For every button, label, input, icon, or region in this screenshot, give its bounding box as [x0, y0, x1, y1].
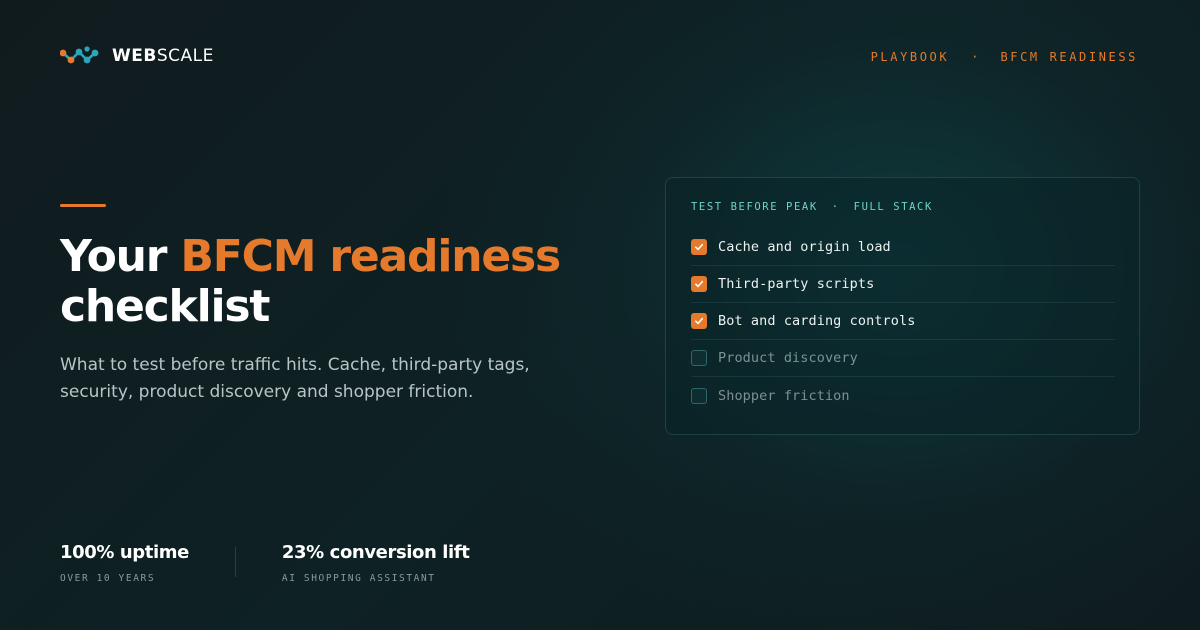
- title-part2: checklist: [60, 281, 270, 332]
- checkbox-checked[interactable]: [691, 276, 707, 292]
- brand-name: WEBSCALE: [112, 46, 214, 66]
- checkmark-icon: [695, 243, 704, 251]
- stat-divider: [234, 547, 236, 577]
- checklist-item-shopper-friction[interactable]: Shopper friction: [691, 377, 1115, 414]
- title-highlight: BFCM readiness: [180, 231, 561, 282]
- webscale-logo-icon: [60, 46, 99, 64]
- checkbox-checked[interactable]: [691, 239, 707, 255]
- checklist-item-product-discovery[interactable]: Product discovery: [691, 340, 1115, 377]
- stat-uptime: 100% uptime OVER 10 YEARS: [60, 542, 189, 584]
- page-subtitle: What to test before traffic hits. Cache,…: [60, 355, 530, 402]
- checklist-item-label: Shopper friction: [718, 387, 850, 404]
- eyebrow-right: FULL STACK: [853, 201, 933, 213]
- nav-item-playbook[interactable]: PLAYBOOK: [871, 50, 950, 64]
- stat-value: 23% conversion lift: [281, 542, 470, 563]
- eyebrow-separator: ·: [831, 201, 840, 213]
- checklist-item-label: Product discovery: [718, 350, 858, 366]
- checklist-item-label: Third-party scripts: [718, 276, 875, 292]
- accent-rule: [60, 204, 106, 207]
- brand-logo[interactable]: WEBSCALE: [60, 44, 214, 68]
- brand-name-bold: WEB: [112, 46, 157, 66]
- checklist-eyebrow: TEST BEFORE PEAK · FULL STACK: [691, 201, 933, 213]
- checkbox-checked[interactable]: [691, 313, 707, 329]
- checklist-item-third-party[interactable]: Third-party scripts: [691, 266, 1115, 303]
- checklist-item-bot-controls[interactable]: Bot and carding controls: [691, 303, 1115, 340]
- stat-caption: AI SHOPPING ASSISTANT: [281, 573, 436, 584]
- checklist-item-label: Bot and carding controls: [718, 313, 916, 329]
- checklist-items: Cache and origin load Third-party script…: [691, 229, 1115, 414]
- checkmark-icon: [695, 280, 704, 288]
- stat-caption: OVER 10 YEARS: [60, 573, 156, 584]
- checkbox-unchecked[interactable]: [691, 350, 707, 366]
- nav-item-bfcm-readiness[interactable]: BFCM READINESS: [1000, 50, 1138, 64]
- checkbox-unchecked[interactable]: [691, 387, 707, 404]
- checklist-item-label: Cache and origin load: [718, 239, 891, 255]
- brand-name-regular: SCALE: [156, 46, 214, 66]
- stat-conversion: 23% conversion lift AI SHOPPING ASSISTAN…: [282, 542, 470, 584]
- nav-separator: ·: [971, 50, 979, 64]
- top-breadcrumb: PLAYBOOK · BFCM READINESS: [871, 50, 1138, 64]
- page-title: Your BFCM readiness checklist: [60, 232, 620, 332]
- stats-row: 100% uptime OVER 10 YEARS 23% conversion…: [60, 542, 470, 584]
- checklist-card: TEST BEFORE PEAK · FULL STACK Cache and …: [665, 177, 1140, 435]
- stat-value: 100% uptime: [60, 542, 189, 563]
- title-part1: Your: [60, 231, 181, 282]
- checklist-item-cache[interactable]: Cache and origin load: [691, 229, 1115, 266]
- checkmark-icon: [695, 317, 704, 325]
- eyebrow-left: TEST BEFORE PEAK: [691, 201, 818, 213]
